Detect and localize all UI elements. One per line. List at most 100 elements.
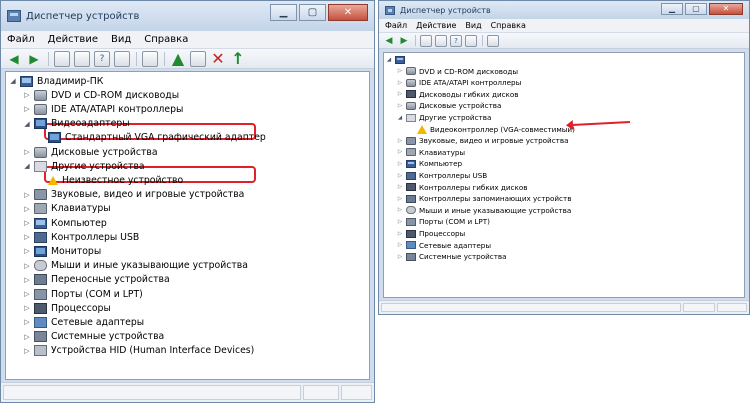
expand-arrow-icon[interactable]: ▷	[396, 80, 404, 86]
expand-arrow-icon[interactable]: ▷	[396, 91, 404, 97]
tree-node[interactable]: ▷ Мониторы	[22, 244, 101, 258]
expand-arrow-icon[interactable]: ▷	[396, 219, 404, 225]
tree-node[interactable]: ▷ Компьютер	[396, 158, 462, 169]
expand-arrow-icon[interactable]: ▷	[22, 205, 32, 213]
collapse-arrow-icon[interactable]: ◢	[8, 77, 18, 85]
expand-arrow-icon[interactable]: ▷	[22, 148, 32, 156]
forward-arrow-icon[interactable]: ▶	[398, 35, 410, 47]
expand-arrow-icon[interactable]: ▷	[396, 68, 404, 74]
scan-hardware-icon[interactable]	[142, 50, 158, 67]
menu-help[interactable]: Справка	[491, 21, 526, 30]
expand-arrow-icon[interactable]: ▷	[396, 242, 404, 248]
forward-arrow-icon[interactable]: ▶	[26, 51, 42, 67]
expand-arrow-icon[interactable]: ▷	[22, 191, 32, 199]
minimize-button[interactable]: ▁	[661, 3, 683, 15]
tree-node[interactable]: ◢	[385, 54, 408, 65]
tree-node[interactable]: ▷ IDE ATA/ATAPI контроллеры	[22, 102, 183, 116]
menu-action[interactable]: Действие	[416, 21, 456, 30]
tree-node[interactable]: Видеоконтроллер (VGA-совместимый)	[407, 124, 575, 135]
tree-node[interactable]: ▷ Компьютер	[22, 216, 107, 230]
tree-node[interactable]: ▷ Контроллеры USB	[396, 170, 487, 181]
tree-node[interactable]: ▷ Клавиатуры	[22, 202, 111, 216]
tree-node[interactable]: ▷ Переносные устройства	[22, 273, 170, 287]
expand-arrow-icon[interactable]: ▷	[396, 184, 404, 190]
collapse-arrow-icon[interactable]: ◢	[22, 162, 32, 170]
tree-node[interactable]: ▷ Системные устройства	[396, 251, 507, 262]
show-hide-tree-icon[interactable]	[420, 34, 432, 47]
help-icon[interactable]: ?	[94, 50, 110, 67]
expand-arrow-icon[interactable]: ▷	[22, 219, 32, 227]
tree-node[interactable]: ▷ Сетевые адаптеры	[396, 240, 491, 251]
properties-icon[interactable]	[435, 34, 447, 47]
collapse-arrow-icon[interactable]: ◢	[396, 115, 404, 121]
menu-view[interactable]: Вид	[465, 21, 481, 30]
menu-action[interactable]: Действие	[48, 34, 98, 45]
expand-arrow-icon[interactable]: ▷	[22, 105, 32, 113]
tree-node[interactable]: ▷ Порты (COM и LPT)	[22, 287, 143, 301]
help-icon[interactable]: ?	[450, 34, 462, 47]
menu-file[interactable]: Файл	[385, 21, 407, 30]
tree-node[interactable]: ▷ Звуковые, видео и игровые устройства	[22, 188, 244, 202]
tree-node[interactable]: ▷ Порты (COM и LPT)	[396, 216, 490, 227]
tree-node[interactable]: ▷ Звуковые, видео и игровые устройства	[396, 135, 569, 146]
tree-node[interactable]: ▷ IDE ATA/ATAPI контроллеры	[396, 77, 521, 88]
tree-node[interactable]: ▷ Мыши и иные указывающие устройства	[396, 205, 571, 216]
show-hide-tree-icon[interactable]	[54, 50, 70, 67]
expand-arrow-icon[interactable]: ▷	[22, 318, 32, 326]
tree-node[interactable]: ◢ Другие устройства	[396, 112, 492, 123]
view-icon[interactable]	[114, 50, 130, 67]
maximize-button[interactable]: ▢	[299, 4, 326, 21]
expand-arrow-icon[interactable]: ▷	[22, 247, 32, 255]
expand-arrow-icon[interactable]: ▷	[22, 276, 32, 284]
tree-node[interactable]: ▷ Процессоры	[22, 301, 111, 315]
tree-node[interactable]: ▷ Дисковые устройства	[396, 100, 502, 111]
expand-arrow-icon[interactable]: ▷	[396, 103, 404, 109]
tree-node[interactable]: ◢ Владимир-ПК	[8, 74, 103, 88]
tree-node[interactable]: ◢ Другие устройства	[22, 159, 145, 173]
tree-node[interactable]: ▷ Клавиатуры	[396, 147, 465, 158]
tree-node[interactable]: ▷ Контроллеры гибких дисков	[396, 182, 528, 193]
expand-arrow-icon[interactable]: ▷	[22, 304, 32, 312]
close-button[interactable]: ✕	[328, 4, 368, 21]
expand-arrow-icon[interactable]: ▷	[396, 149, 404, 155]
expand-arrow-icon[interactable]: ▷	[22, 290, 32, 298]
expand-arrow-icon[interactable]: ▷	[22, 347, 32, 355]
back-arrow-icon[interactable]: ◀	[383, 35, 395, 47]
tree-node[interactable]: ▷ DVD и CD-ROM дисководы	[396, 66, 518, 77]
view-icon[interactable]	[465, 34, 477, 47]
disable-device-icon[interactable]	[190, 50, 206, 67]
device-tree[interactable]: ◢ ▷ DVD и CD-ROM дисководы ▷ IDE ATA/ATAPI к…	[383, 52, 745, 298]
tree-node[interactable]: ▷ DVD и CD-ROM дисководы	[22, 88, 179, 102]
tree-node[interactable]: ◢ Видеоадаптеры	[22, 117, 130, 131]
menu-file[interactable]: Файл	[7, 34, 35, 45]
update-driver-icon[interactable]: ▲	[170, 49, 186, 68]
collapse-arrow-icon[interactable]: ◢	[385, 57, 393, 63]
expand-arrow-icon[interactable]: ▷	[396, 231, 404, 237]
tree-node[interactable]: ▷ Процессоры	[396, 228, 465, 239]
expand-arrow-icon[interactable]: ▷	[22, 233, 32, 241]
expand-arrow-icon[interactable]: ▷	[396, 138, 404, 144]
title-bar[interactable]: Диспетчер устройств ▁ ▢ ✕	[379, 1, 749, 19]
tree-node[interactable]: ▷ Системные устройства	[22, 330, 164, 344]
tree-node[interactable]: ▷ Дисковые устройства	[22, 145, 158, 159]
back-arrow-icon[interactable]: ◀	[6, 51, 22, 67]
properties-icon[interactable]	[74, 50, 90, 67]
tree-node[interactable]: ▷ Контроллеры запоминающих устройств	[396, 193, 572, 204]
expand-arrow-icon[interactable]: ▷	[396, 161, 404, 167]
tree-node[interactable]: ▷ Сетевые адаптеры	[22, 315, 144, 329]
enable-device-icon[interactable]: ↑	[230, 49, 246, 68]
scan-hardware-icon[interactable]	[487, 34, 499, 47]
expand-arrow-icon[interactable]: ▷	[22, 333, 32, 341]
tree-node[interactable]: Стандартный VGA графический адаптер	[36, 131, 266, 145]
expand-arrow-icon[interactable]: ▷	[22, 91, 32, 99]
close-button[interactable]: ✕	[709, 3, 743, 15]
expand-arrow-icon[interactable]: ▷	[396, 196, 404, 202]
tree-node[interactable]: ▷ Дисководы гибких дисков	[396, 89, 519, 100]
maximize-button[interactable]: ▢	[685, 3, 707, 15]
tree-node[interactable]: Неизвестное устройство	[36, 173, 183, 187]
expand-arrow-icon[interactable]: ▷	[22, 262, 32, 270]
tree-node[interactable]: ▷ Устройства HID (Human Interface Devices…	[22, 344, 254, 358]
title-bar[interactable]: Диспетчер устройств ▁ ▢ ✕	[1, 1, 374, 31]
collapse-arrow-icon[interactable]: ◢	[22, 120, 32, 128]
tree-node[interactable]: ▷ Мыши и иные указывающие устройства	[22, 259, 248, 273]
